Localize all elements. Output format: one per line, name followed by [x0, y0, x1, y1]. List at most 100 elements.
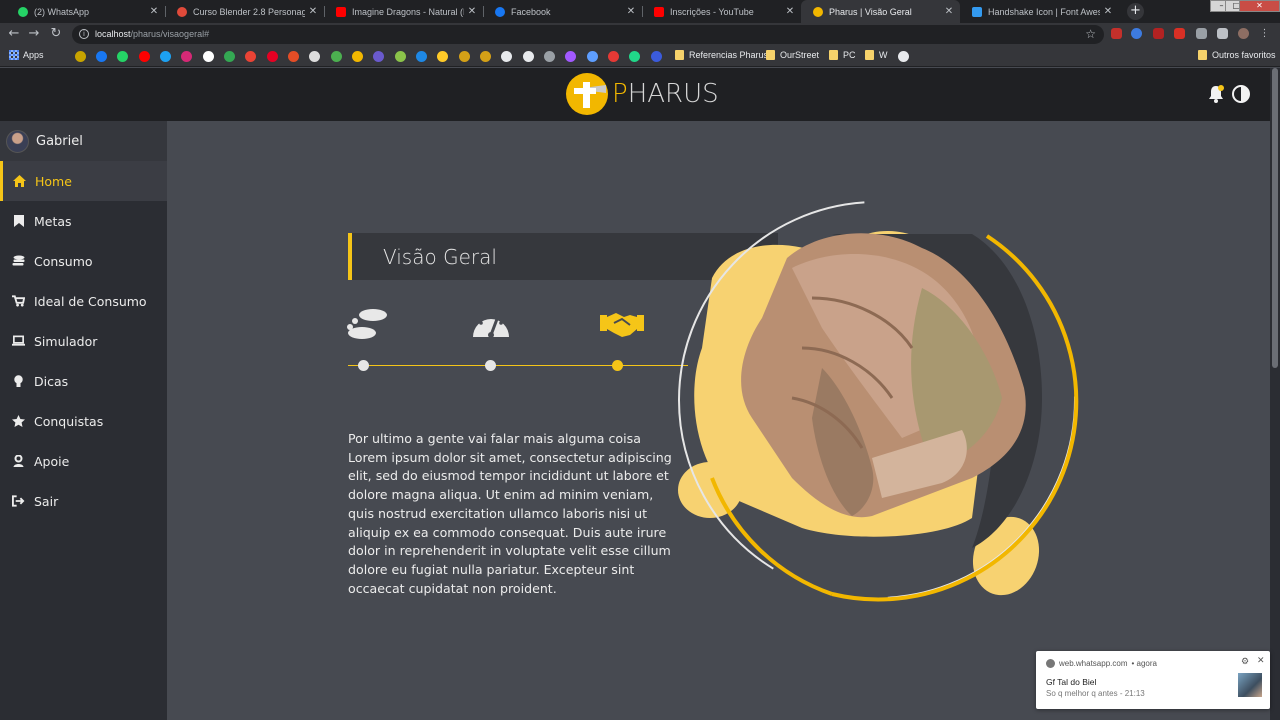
timeline-step-dot-active[interactable] [612, 360, 623, 371]
back-icon[interactable]: ← [6, 26, 22, 42]
menu-icon[interactable]: ⋮ [1259, 28, 1270, 39]
figma-icon[interactable] [565, 51, 576, 62]
user-profile[interactable]: Gabriel [0, 121, 167, 161]
url-path: /pharus/visaogeral# [130, 29, 210, 39]
other-bookmarks[interactable]: Outros favoritos [1198, 50, 1276, 60]
browser-tab[interactable]: Inscrições - YouTube ✕ [642, 0, 801, 23]
browser-tab[interactable]: Imagine Dragons - Natural (Lyrics) ✕ [324, 0, 483, 23]
bookmark-icon[interactable] [608, 51, 619, 62]
sidebar-item-metas[interactable]: Metas [0, 201, 167, 241]
google-icon[interactable] [203, 51, 214, 62]
bookmark-icon[interactable] [373, 51, 384, 62]
timeline-step-dot[interactable] [485, 360, 496, 371]
gauge-icon[interactable] [471, 307, 511, 343]
forward-icon[interactable]: → [26, 26, 42, 42]
sidebar-item-apoie[interactable]: Apoie [0, 441, 167, 481]
browser-tab[interactable]: Facebook ✕ [483, 0, 642, 23]
new-tab-button[interactable]: + [1127, 3, 1144, 20]
notification-title: Gf Tal do Biel [1046, 677, 1097, 687]
browser-tab[interactable]: Curso Blender 2.8 Personagem 3D ✕ [165, 0, 324, 23]
url-host: localhost [95, 29, 131, 39]
bookmark-icon[interactable] [459, 51, 470, 62]
instagram-icon[interactable] [181, 51, 192, 62]
sidebar-item-simulador[interactable]: Simulador [0, 321, 167, 361]
extension-icon[interactable] [1174, 28, 1185, 39]
facebook-icon[interactable] [96, 51, 107, 62]
extension-icon[interactable] [1196, 28, 1207, 39]
browser-tab[interactable]: (2) WhatsApp ✕ [6, 0, 165, 23]
bookmark-icon[interactable] [352, 51, 363, 62]
bookmark-icon[interactable] [309, 51, 320, 62]
bookmark-icon[interactable] [245, 51, 256, 62]
reload-icon[interactable]: ↻ [48, 26, 64, 42]
twitter-icon[interactable] [160, 51, 171, 62]
drive-icon[interactable] [224, 51, 235, 62]
sidebar-item-consumo[interactable]: Consumo [0, 241, 167, 281]
sidebar-item-sair[interactable]: Sair [0, 481, 167, 521]
sidebar-item-dicas[interactable]: Dicas [0, 361, 167, 401]
close-tab-icon[interactable]: ✕ [464, 6, 480, 17]
folder-label: W [879, 50, 888, 60]
timeline-step-dot[interactable] [358, 360, 369, 371]
adblock-icon[interactable] [1111, 28, 1122, 39]
close-tab-icon[interactable]: ✕ [1100, 6, 1116, 17]
pharus-logo[interactable]: PHARUS [566, 73, 719, 115]
contrast-toggle-icon[interactable] [1231, 84, 1251, 104]
sidebar-item-label: Conquistas [34, 413, 104, 429]
notification-toast[interactable]: web.whatsapp.com • agora ⚙ ✕ Gf Tal do B… [1036, 651, 1270, 709]
handshake-icon[interactable] [600, 307, 644, 343]
pdf-icon[interactable] [1153, 28, 1164, 39]
address-bar[interactable]: i localhost/pharus/visaogeral# ☆ [72, 25, 1104, 44]
bookmark-folder[interactable]: W [865, 50, 888, 60]
page-scrollbar[interactable] [1270, 68, 1280, 720]
close-tab-icon[interactable]: ✕ [146, 6, 162, 17]
globe-icon[interactable] [898, 51, 909, 62]
bookmark-star-icon[interactable]: ☆ [1085, 27, 1096, 41]
close-tab-icon[interactable]: ✕ [941, 6, 957, 17]
browser-tab[interactable]: Handshake Icon | Font Awesome ✕ [960, 0, 1119, 23]
translate-icon[interactable] [1131, 28, 1142, 39]
bookmark-icon[interactable] [587, 51, 598, 62]
laptop-icon [12, 335, 25, 348]
bookmark-icon[interactable] [331, 51, 342, 62]
github-icon[interactable] [501, 51, 512, 62]
close-tab-icon[interactable]: ✕ [305, 6, 321, 17]
bookmark-folder[interactable]: OurStreet [766, 50, 819, 60]
bookmark-icon[interactable] [544, 51, 555, 62]
bookmark-icon[interactable] [75, 51, 86, 62]
bookmark-icon[interactable] [651, 51, 662, 62]
scrollbar-thumb[interactable] [1272, 68, 1278, 368]
sidebar-item-home[interactable]: Home [0, 161, 167, 201]
browser-tab-active[interactable]: Pharus | Visão Geral ✕ [801, 0, 960, 23]
avatar[interactable] [6, 129, 29, 153]
tab-title: Handshake Icon | Font Awesome [988, 6, 1100, 17]
bookmark-apps[interactable]: Apps [9, 50, 44, 60]
footprints-icon[interactable] [346, 307, 390, 343]
bookmark-folder[interactable]: Referencias Pharus [675, 50, 768, 60]
sidebar-item-ideal-de-consumo[interactable]: Ideal de Consumo [0, 281, 167, 321]
close-tab-icon[interactable]: ✕ [782, 6, 798, 17]
puzzle-icon[interactable] [1217, 28, 1228, 39]
window-close-button[interactable]: ✕ [1239, 0, 1280, 12]
app-header: PHARUS [0, 68, 1270, 121]
bookmark-icon[interactable] [288, 51, 299, 62]
profile-avatar[interactable] [1238, 28, 1249, 39]
whatsapp-icon[interactable] [117, 51, 128, 62]
bookmark-icon[interactable] [437, 51, 448, 62]
bookmark-icon[interactable] [629, 51, 640, 62]
sidebar-item-label: Simulador [34, 333, 98, 349]
bookmark-icon[interactable] [416, 51, 427, 62]
gear-icon[interactable]: ⚙ [1241, 656, 1249, 667]
pinterest-icon[interactable] [267, 51, 278, 62]
bell-icon[interactable] [1206, 84, 1226, 104]
bookmark-icon[interactable] [523, 51, 534, 62]
bookmark-folder[interactable]: PC [829, 50, 856, 60]
sidebar-item-conquistas[interactable]: Conquistas [0, 401, 167, 441]
youtube-icon[interactable] [139, 51, 150, 62]
bookmark-icon[interactable] [395, 51, 406, 62]
info-icon[interactable]: i [79, 29, 89, 39]
close-tab-icon[interactable]: ✕ [623, 6, 639, 17]
close-icon[interactable]: ✕ [1257, 655, 1265, 666]
facebook-icon [495, 6, 505, 17]
bookmark-icon[interactable] [480, 51, 491, 62]
